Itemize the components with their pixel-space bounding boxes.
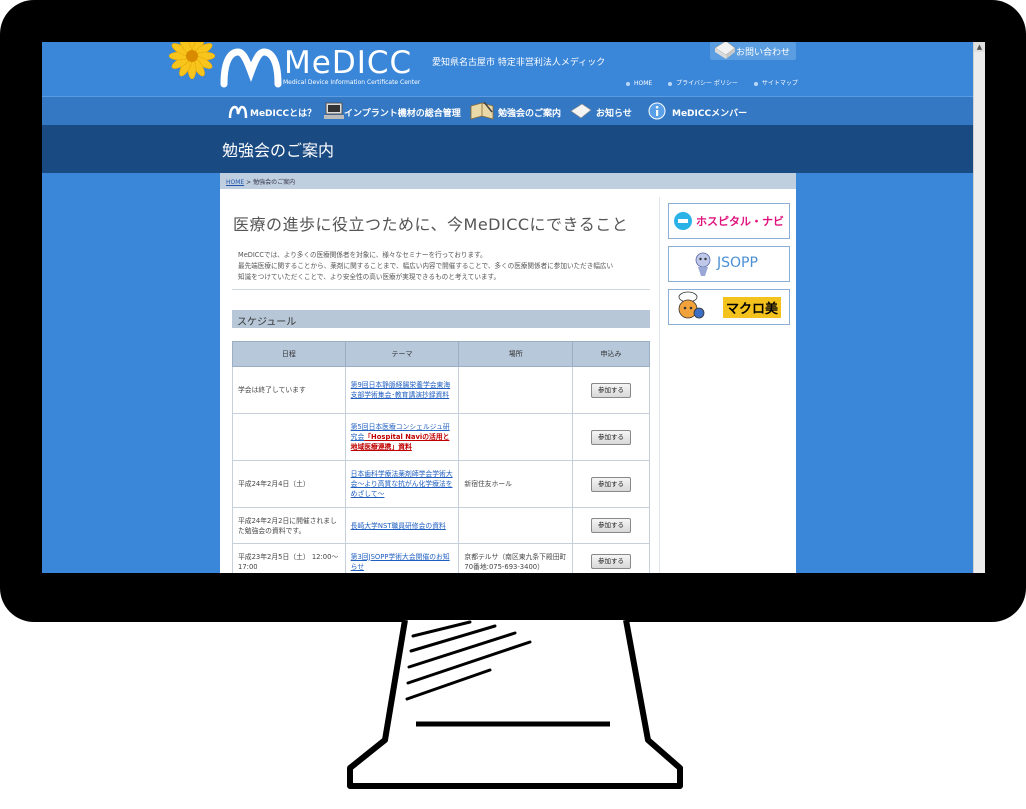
intro-line: MeDICCでは、より多くの医療関係者を対象に、様々なセミナーを行っております。 <box>238 251 487 259</box>
column-header: 申込み <box>572 341 650 367</box>
theme-cell: 第9回日本静脈経腸栄養学会東海支部学術集会･教育講演抄録資料 <box>344 366 460 414</box>
intro-text: MeDICCでは、より多くの医療関係者を対象に、様々なセミナーを行っております。… <box>238 250 658 283</box>
schedule-title: スケジュール <box>237 317 297 328</box>
page-title: 勉強会のご案内 <box>222 141 335 160</box>
top-links: HOME プライバシー ポリシー サイトマップ <box>626 78 812 87</box>
theme-link[interactable]: 長崎大学NST職員研修会の資料 <box>351 522 446 530</box>
schedule-section-header: スケジュール <box>232 310 650 328</box>
breadcrumb-home[interactable]: HOME <box>226 179 244 186</box>
jsopp-mascot-icon <box>695 252 711 276</box>
site-header: MeDICC Medical Device Information Certif… <box>42 42 974 96</box>
medicc-logo-icon <box>220 48 282 88</box>
logo-subtitle: Medical Device Information Certificate C… <box>283 79 421 86</box>
theme-link[interactable]: 第9回日本静脈経腸栄養学会東海支部学術集会･教育講演抄録資料 <box>351 381 450 399</box>
info-icon <box>648 102 666 120</box>
browser-viewport: MeDICC Medical Device Information Certif… <box>42 42 985 573</box>
date-cell: 学会は終了しています <box>232 366 346 414</box>
chef-mascot-icon <box>678 291 705 319</box>
contact-label: お問い合わせ <box>736 48 791 58</box>
table-row: 平成24年2月4日（土） 日本歯科学療法薬剤師学会学術大会～より高質な抗がん化学… <box>232 460 650 508</box>
join-button[interactable]: 参加する <box>591 382 632 398</box>
toplink-sitemap[interactable]: サイトマップ <box>753 80 798 87</box>
date-cell: 平成24年2月4日（土） <box>232 460 346 508</box>
table-row: 学会は終了しています 第9回日本静脈経腸栄養学会東海支部学術集会･教育講演抄録資… <box>232 366 650 414</box>
content-panel: HOME > 勉強会のご案内 医療の進歩に役立つために、今MeDICCにできるこ… <box>220 173 796 573</box>
organization-name: 愛知県名古屋市 特定非営利法人メディック <box>432 58 606 68</box>
banner-hospital-navi[interactable]: ホスピタル・ナビ <box>668 203 790 239</box>
banner-label: マクロ美 <box>723 297 782 318</box>
theme-link[interactable]: 日本歯科学療法薬剤師学会学術大会～より高質な抗がん化学療法をめざして～ <box>351 470 453 498</box>
apply-cell: 参加する <box>572 460 650 508</box>
divider <box>232 289 650 290</box>
apply-cell: 参加する <box>572 366 650 414</box>
hospital-navi-logo-icon <box>674 212 692 230</box>
join-button[interactable]: 参加する <box>591 476 632 492</box>
main-nav: MeDICCとは？ インプラント機材の総合管理 勉強会のご案内 お知らせ MeD… <box>42 96 974 125</box>
date-cell: 平成24年2月2日に開催されました勉強会の資料です。 <box>232 507 346 544</box>
schedule-table: 日程 テーマ 場所 申込み 学会は終了しています 第9回日本静脈経腸栄養学会東海… <box>232 341 650 573</box>
toplink-home[interactable]: HOME <box>626 80 652 87</box>
breadcrumb-separator: > <box>246 179 252 186</box>
theme-cell: 日本歯科学療法薬剤師学会学術大会～より高質な抗がん化学療法をめざして～ <box>344 460 460 508</box>
place-cell <box>458 507 574 544</box>
place-cell: 新宿住友ホール <box>458 460 574 508</box>
place-cell <box>458 366 574 414</box>
join-button[interactable]: 参加する <box>591 518 632 533</box>
toplink-privacy[interactable]: プライバシー ポリシー <box>668 80 738 87</box>
place-cell <box>458 413 574 461</box>
sidebar-divider <box>659 197 660 573</box>
envelope-icon <box>570 103 592 119</box>
breadcrumb-current: 勉強会のご案内 <box>253 179 296 186</box>
monitor-frame: MeDICC Medical Device Information Certif… <box>0 0 1026 622</box>
banner-jsopp[interactable]: JSOPP <box>668 246 790 282</box>
flower-icon <box>168 42 216 80</box>
main-heading: 医療の進歩に役立つために、今MeDICCにできること <box>233 215 629 234</box>
banner-label: JSOPP <box>717 255 758 271</box>
join-button[interactable]: 参加する <box>591 429 632 445</box>
intro-line: 最先端医療に関することから、薬剤に関することまで、幅広い内容で開催することで、多… <box>238 262 614 270</box>
column-header: 場所 <box>458 341 574 367</box>
table-header-row: 日程 テーマ 場所 申込み <box>232 341 650 367</box>
vertical-scrollbar[interactable]: ▲ <box>973 42 985 573</box>
scroll-up-icon[interactable]: ▲ <box>974 42 985 52</box>
monitor-stand <box>347 619 683 789</box>
theme-highlight-link[interactable]: 「Hospital Naviの活用と地域医療連携」資料 <box>351 433 450 451</box>
date-cell <box>232 413 346 461</box>
apply-cell: 参加する <box>572 413 650 461</box>
logo-text: MeDICC <box>284 45 413 81</box>
column-header: テーマ <box>344 341 460 367</box>
theme-cell: 長崎大学NST職員研修会の資料 <box>344 507 460 544</box>
book-icon <box>470 102 494 120</box>
envelope-icon <box>714 42 736 59</box>
contact-button[interactable]: お問い合わせ <box>710 42 796 60</box>
apply-cell: 参加する <box>572 507 650 544</box>
medicc-logo-icon <box>228 105 248 119</box>
table-row: 第5回日本医療コンシェルジュ研究会「Hospital Naviの活用と地域医療連… <box>232 413 650 461</box>
breadcrumb-bar: HOME > 勉強会のご案内 <box>220 173 796 189</box>
breadcrumb: HOME > 勉強会のご案内 <box>226 177 295 186</box>
column-header: 日程 <box>232 341 346 367</box>
title-band: 勉強会のご案内 <box>42 125 974 173</box>
theme-cell: 第5回日本医療コンシェルジュ研究会「Hospital Naviの活用と地域医療連… <box>344 413 460 461</box>
site-logo[interactable]: MeDICC Medical Device Information Certif… <box>220 45 421 90</box>
banner-label: ホスピタル・ナビ <box>696 215 784 228</box>
banner-macrobi[interactable]: マクロ美 <box>668 289 790 325</box>
intro-line: 知識をつけていただくことで、より安全性の高い医療が実現できるものと考えています。 <box>238 273 501 281</box>
table-row: 平成24年2月2日に開催されました勉強会の資料です。 長崎大学NST職員研修会の… <box>232 507 650 544</box>
computer-icon <box>324 102 344 119</box>
